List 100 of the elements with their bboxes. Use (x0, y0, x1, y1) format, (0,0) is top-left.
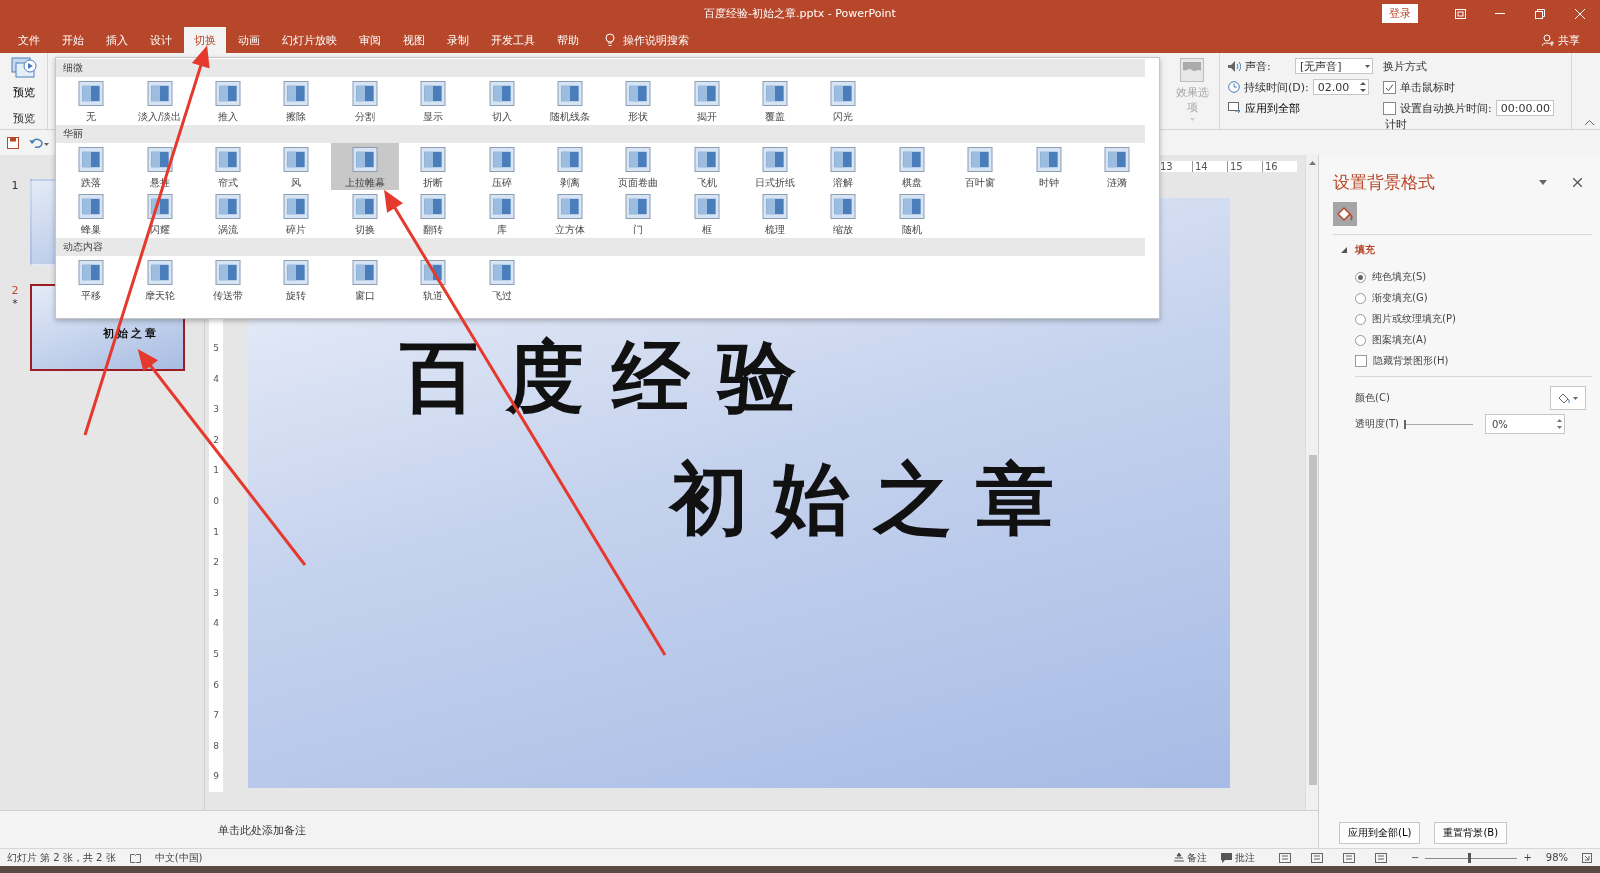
ribbon-tab[interactable]: 帮助 (547, 27, 589, 53)
transition-option[interactable]: 蜂巢 (57, 190, 126, 237)
transition-option[interactable]: 擦除 (262, 77, 331, 124)
ribbon-tab[interactable]: 视图 (393, 27, 435, 53)
fill-tab[interactable] (1333, 202, 1357, 226)
transition-option[interactable]: 闪光 (809, 77, 878, 124)
ribbon-tab[interactable]: 审阅 (349, 27, 391, 53)
ribbon-tab[interactable]: 设计 (140, 27, 182, 53)
advance-time-field[interactable]: 00:00.00 (1495, 100, 1554, 116)
ribbon-tab[interactable]: 开发工具 (481, 27, 545, 53)
collapse-ribbon-icon[interactable] (1585, 120, 1594, 125)
transition-option[interactable]: 切换 (330, 190, 399, 237)
tell-me-search[interactable]: 操作说明搜索 (623, 32, 689, 48)
transition-option[interactable]: 库 (467, 190, 536, 237)
checkbox[interactable] (1383, 80, 1396, 94)
transition-option[interactable]: 框 (672, 190, 741, 237)
expand-triangle-icon[interactable] (1341, 247, 1347, 253)
vertical-scrollbar[interactable] (1305, 155, 1319, 810)
ribbon-tab[interactable]: 开始 (52, 27, 94, 53)
checkbox[interactable] (1383, 101, 1396, 115)
transition-option[interactable]: 时钟 (1014, 143, 1083, 190)
transition-option[interactable]: 飞过 (467, 256, 536, 303)
radio-button[interactable] (1355, 271, 1366, 283)
transition-option[interactable]: 淡入/淡出 (125, 77, 194, 124)
transition-option[interactable]: 分割 (330, 77, 399, 124)
transition-option[interactable]: 折断 (398, 143, 468, 190)
comments-button[interactable]: 批注 (1221, 850, 1255, 865)
save-icon[interactable] (7, 136, 19, 149)
transition-option[interactable]: 棋盘 (877, 143, 947, 190)
transition-option[interactable]: 百叶窗 (946, 143, 1015, 190)
fit-to-window-icon[interactable] (1582, 852, 1592, 863)
undo-icon[interactable] (29, 136, 49, 149)
duration-field[interactable]: 02.00 (1312, 79, 1369, 95)
transition-option[interactable]: 门 (604, 190, 673, 237)
transition-option[interactable]: 覆盖 (740, 77, 810, 124)
spin-arrows-icon[interactable] (1359, 81, 1366, 93)
pane-options-icon[interactable] (1539, 180, 1547, 185)
pane-button[interactable]: 应用到全部(L) (1339, 821, 1421, 844)
transition-option[interactable]: 旋转 (262, 256, 331, 303)
transition-option[interactable]: 风 (262, 143, 331, 190)
checkbox[interactable] (1355, 355, 1367, 367)
ribbon-tab[interactable]: 录制 (437, 27, 479, 53)
section-title[interactable]: 填充 (1355, 243, 1375, 257)
slider-thumb[interactable] (1403, 419, 1406, 429)
transition-option[interactable]: 随机 (877, 190, 947, 237)
transition-option[interactable]: 溶解 (809, 143, 878, 190)
preview-button[interactable]: 预览 (10, 57, 37, 100)
transition-option[interactable]: 立方体 (535, 190, 605, 237)
language-label[interactable]: 中文(中国) (154, 850, 203, 865)
pane-button[interactable]: 重置背景(B) (1434, 821, 1508, 844)
transition-option[interactable]: 跌落 (57, 143, 126, 190)
transition-option[interactable]: 剥离 (535, 143, 605, 190)
transition-option[interactable]: 涡流 (193, 190, 263, 237)
transition-option[interactable]: 切入 (467, 77, 536, 124)
zoom-level[interactable]: 98% (1545, 852, 1568, 863)
ribbon-tab[interactable]: 幻灯片放映 (272, 27, 347, 53)
transparency-field[interactable]: 0% (1484, 414, 1565, 434)
ribbon-tab[interactable]: 切换 (184, 27, 226, 53)
radio-button[interactable] (1355, 313, 1366, 325)
scroll-up-icon[interactable] (1309, 161, 1316, 165)
transition-option[interactable]: 无 (57, 77, 126, 124)
transition-option[interactable]: 随机线条 (535, 77, 605, 124)
transition-option[interactable]: 上拉帷幕 (330, 143, 399, 190)
transition-option[interactable]: 日式折纸 (740, 143, 810, 190)
transition-option[interactable]: 飞机 (672, 143, 741, 190)
transition-option[interactable]: 梳理 (740, 190, 810, 237)
sound-dropdown[interactable]: [无声音] (1295, 58, 1373, 74)
transition-option[interactable]: 翻转 (398, 190, 468, 237)
normal-view-icon[interactable] (1279, 852, 1291, 863)
transition-option[interactable]: 帘式 (193, 143, 263, 190)
ribbon-tab[interactable]: 动画 (228, 27, 270, 53)
transition-option[interactable]: 页面卷曲 (604, 143, 673, 190)
radio-button[interactable] (1355, 292, 1366, 304)
transition-option[interactable]: 窗口 (330, 256, 399, 303)
color-picker-button[interactable] (1550, 386, 1586, 410)
notes-button[interactable]: 备注 (1174, 850, 1207, 865)
slide-show-icon[interactable] (1375, 852, 1387, 863)
spell-check-icon[interactable] (129, 852, 141, 863)
reading-view-icon[interactable] (1343, 852, 1355, 863)
apply-to-all-button[interactable]: 应用到全部 (1228, 100, 1300, 116)
transition-option[interactable]: 碎片 (262, 190, 331, 237)
share-button[interactable]: 共享 (1536, 27, 1586, 53)
transition-option[interactable]: 压碎 (467, 143, 536, 190)
slide-sorter-icon[interactable] (1311, 852, 1323, 863)
transition-option[interactable]: 涟漪 (1082, 143, 1152, 190)
transition-option[interactable]: 传送带 (193, 256, 263, 303)
spin-arrows-icon[interactable] (1556, 419, 1562, 429)
ribbon-tab[interactable]: 文件 (8, 27, 50, 53)
zoom-out-button[interactable]: − (1411, 852, 1420, 863)
login-button[interactable]: 登录 (1382, 4, 1418, 23)
transition-option[interactable]: 显示 (398, 77, 468, 124)
ribbon-tab[interactable]: 插入 (96, 27, 138, 53)
transition-option[interactable]: 揭开 (672, 77, 741, 124)
transition-option[interactable]: 缩放 (809, 190, 878, 237)
slider-thumb[interactable] (1468, 852, 1472, 863)
transition-option[interactable]: 推入 (193, 77, 263, 124)
transition-option[interactable]: 形状 (604, 77, 673, 124)
zoom-in-button[interactable]: + (1523, 852, 1532, 863)
radio-button[interactable] (1355, 334, 1366, 346)
notes-placeholder[interactable]: 单击此处添加备注 (218, 822, 306, 838)
